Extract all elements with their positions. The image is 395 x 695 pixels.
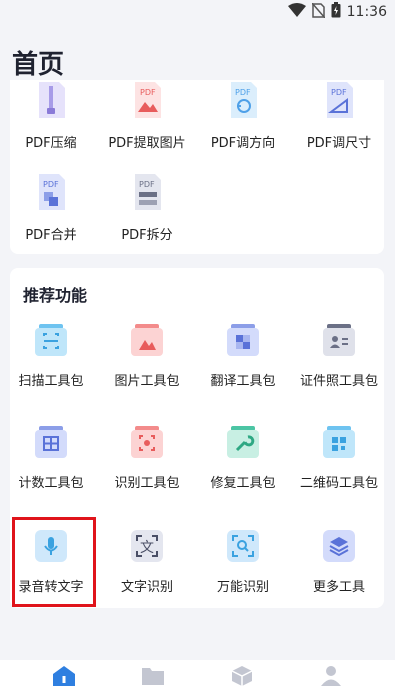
tool-label: PDF提取图片 — [108, 136, 186, 151]
id-photo-toolbox-item[interactable]: 证件照工具包 — [292, 320, 386, 389]
pdf-resize-tool[interactable]: PDF PDF调尺寸 — [292, 82, 386, 151]
pdf-rotate-tool[interactable]: PDF PDF调方向 — [196, 82, 290, 151]
nav-files[interactable] — [138, 663, 168, 693]
battery-icon — [331, 2, 341, 22]
image-toolbox-icon — [127, 320, 167, 360]
svg-text:文: 文 — [140, 540, 154, 556]
translate-toolbox-icon — [223, 320, 263, 360]
tool-label: PDF调方向 — [210, 136, 276, 151]
pdf-extract-image-tool[interactable]: PDF PDF提取图片 — [100, 82, 194, 151]
repair-toolbox-icon — [223, 422, 263, 462]
pdf-rotate-icon: PDF — [223, 82, 263, 122]
tool-label: PDF合并 — [25, 228, 77, 243]
status-bar: 11:36 — [0, 0, 395, 22]
pdf-extract-image-icon: PDF — [127, 82, 167, 122]
universal-recognize-icon — [223, 526, 263, 566]
feature-label: 扫描工具包 — [18, 374, 84, 389]
feature-label: 万能识别 — [216, 580, 269, 595]
feature-label: 更多工具 — [312, 580, 365, 595]
recognize-toolbox-icon — [127, 422, 167, 462]
feature-label: 二维码工具包 — [299, 476, 378, 491]
qrcode-toolbox-item[interactable]: 二维码工具包 — [292, 422, 386, 491]
highlight-box — [12, 517, 96, 607]
home-icon — [52, 665, 76, 691]
pdf-split-icon: PDF — [127, 174, 167, 214]
text-recognize-icon: 文 — [127, 526, 167, 566]
page-title: 首页 — [12, 50, 65, 80]
more-tools-item[interactable]: 更多工具 — [292, 526, 386, 595]
svg-text:PDF: PDF — [139, 180, 155, 189]
recognize-toolbox-item[interactable]: 识别工具包 — [100, 422, 194, 491]
svg-text:PDF: PDF — [331, 88, 347, 97]
pdf-merge-icon: PDF — [31, 174, 71, 214]
feature-label: 识别工具包 — [114, 476, 180, 491]
repair-toolbox-item[interactable]: 修复工具包 — [196, 422, 290, 491]
image-toolbox-item[interactable]: 图片工具包 — [100, 320, 194, 389]
wifi-icon — [287, 3, 306, 21]
folder-icon — [141, 666, 165, 690]
bottom-nav — [0, 660, 395, 695]
cube-icon — [231, 665, 253, 691]
pdf-resize-icon: PDF — [319, 82, 359, 122]
universal-recognize-item[interactable]: 万能识别 — [196, 526, 290, 595]
scan-toolbox-item[interactable]: 扫描工具包 — [4, 320, 98, 389]
feature-label: 计数工具包 — [18, 476, 84, 491]
nav-tools[interactable] — [227, 663, 257, 693]
status-time: 11:36 — [346, 4, 387, 20]
text-recognize-item[interactable]: 文 文字识别 — [100, 526, 194, 595]
section-title: 推荐功能 — [23, 286, 88, 305]
feature-label: 文字识别 — [120, 580, 173, 595]
svg-text:PDF: PDF — [43, 180, 59, 189]
pdf-compress-tool[interactable]: PDF压缩 — [4, 82, 98, 151]
pdf-tools-card: PDF压缩 PDF PDF提取图片 PDF PDF调方向 PDF PDF调尺寸 … — [10, 80, 384, 254]
no-sim-icon — [311, 2, 326, 22]
qrcode-toolbox-icon — [319, 422, 359, 462]
feature-label: 图片工具包 — [114, 374, 180, 389]
svg-text:PDF: PDF — [235, 88, 251, 97]
id-photo-toolbox-icon — [319, 320, 359, 360]
tool-label: PDF拆分 — [121, 228, 173, 243]
feature-label: 翻译工具包 — [210, 374, 276, 389]
count-toolbox-icon — [31, 422, 71, 462]
translate-toolbox-item[interactable]: 翻译工具包 — [196, 320, 290, 389]
profile-icon — [320, 665, 342, 691]
tool-label: PDF调尺寸 — [306, 136, 372, 151]
nav-home[interactable] — [49, 663, 79, 693]
more-tools-icon — [319, 526, 359, 566]
feature-label: 修复工具包 — [210, 476, 276, 491]
pdf-split-tool[interactable]: PDF PDF拆分 — [100, 174, 194, 243]
scan-toolbox-icon — [31, 320, 71, 360]
pdf-merge-tool[interactable]: PDF PDF合并 — [4, 174, 98, 243]
count-toolbox-item[interactable]: 计数工具包 — [4, 422, 98, 491]
feature-label: 证件照工具包 — [299, 374, 378, 389]
tool-label: PDF压缩 — [25, 136, 77, 151]
nav-profile[interactable] — [316, 663, 346, 693]
pdf-compress-icon — [31, 82, 71, 122]
svg-text:PDF: PDF — [140, 88, 156, 97]
